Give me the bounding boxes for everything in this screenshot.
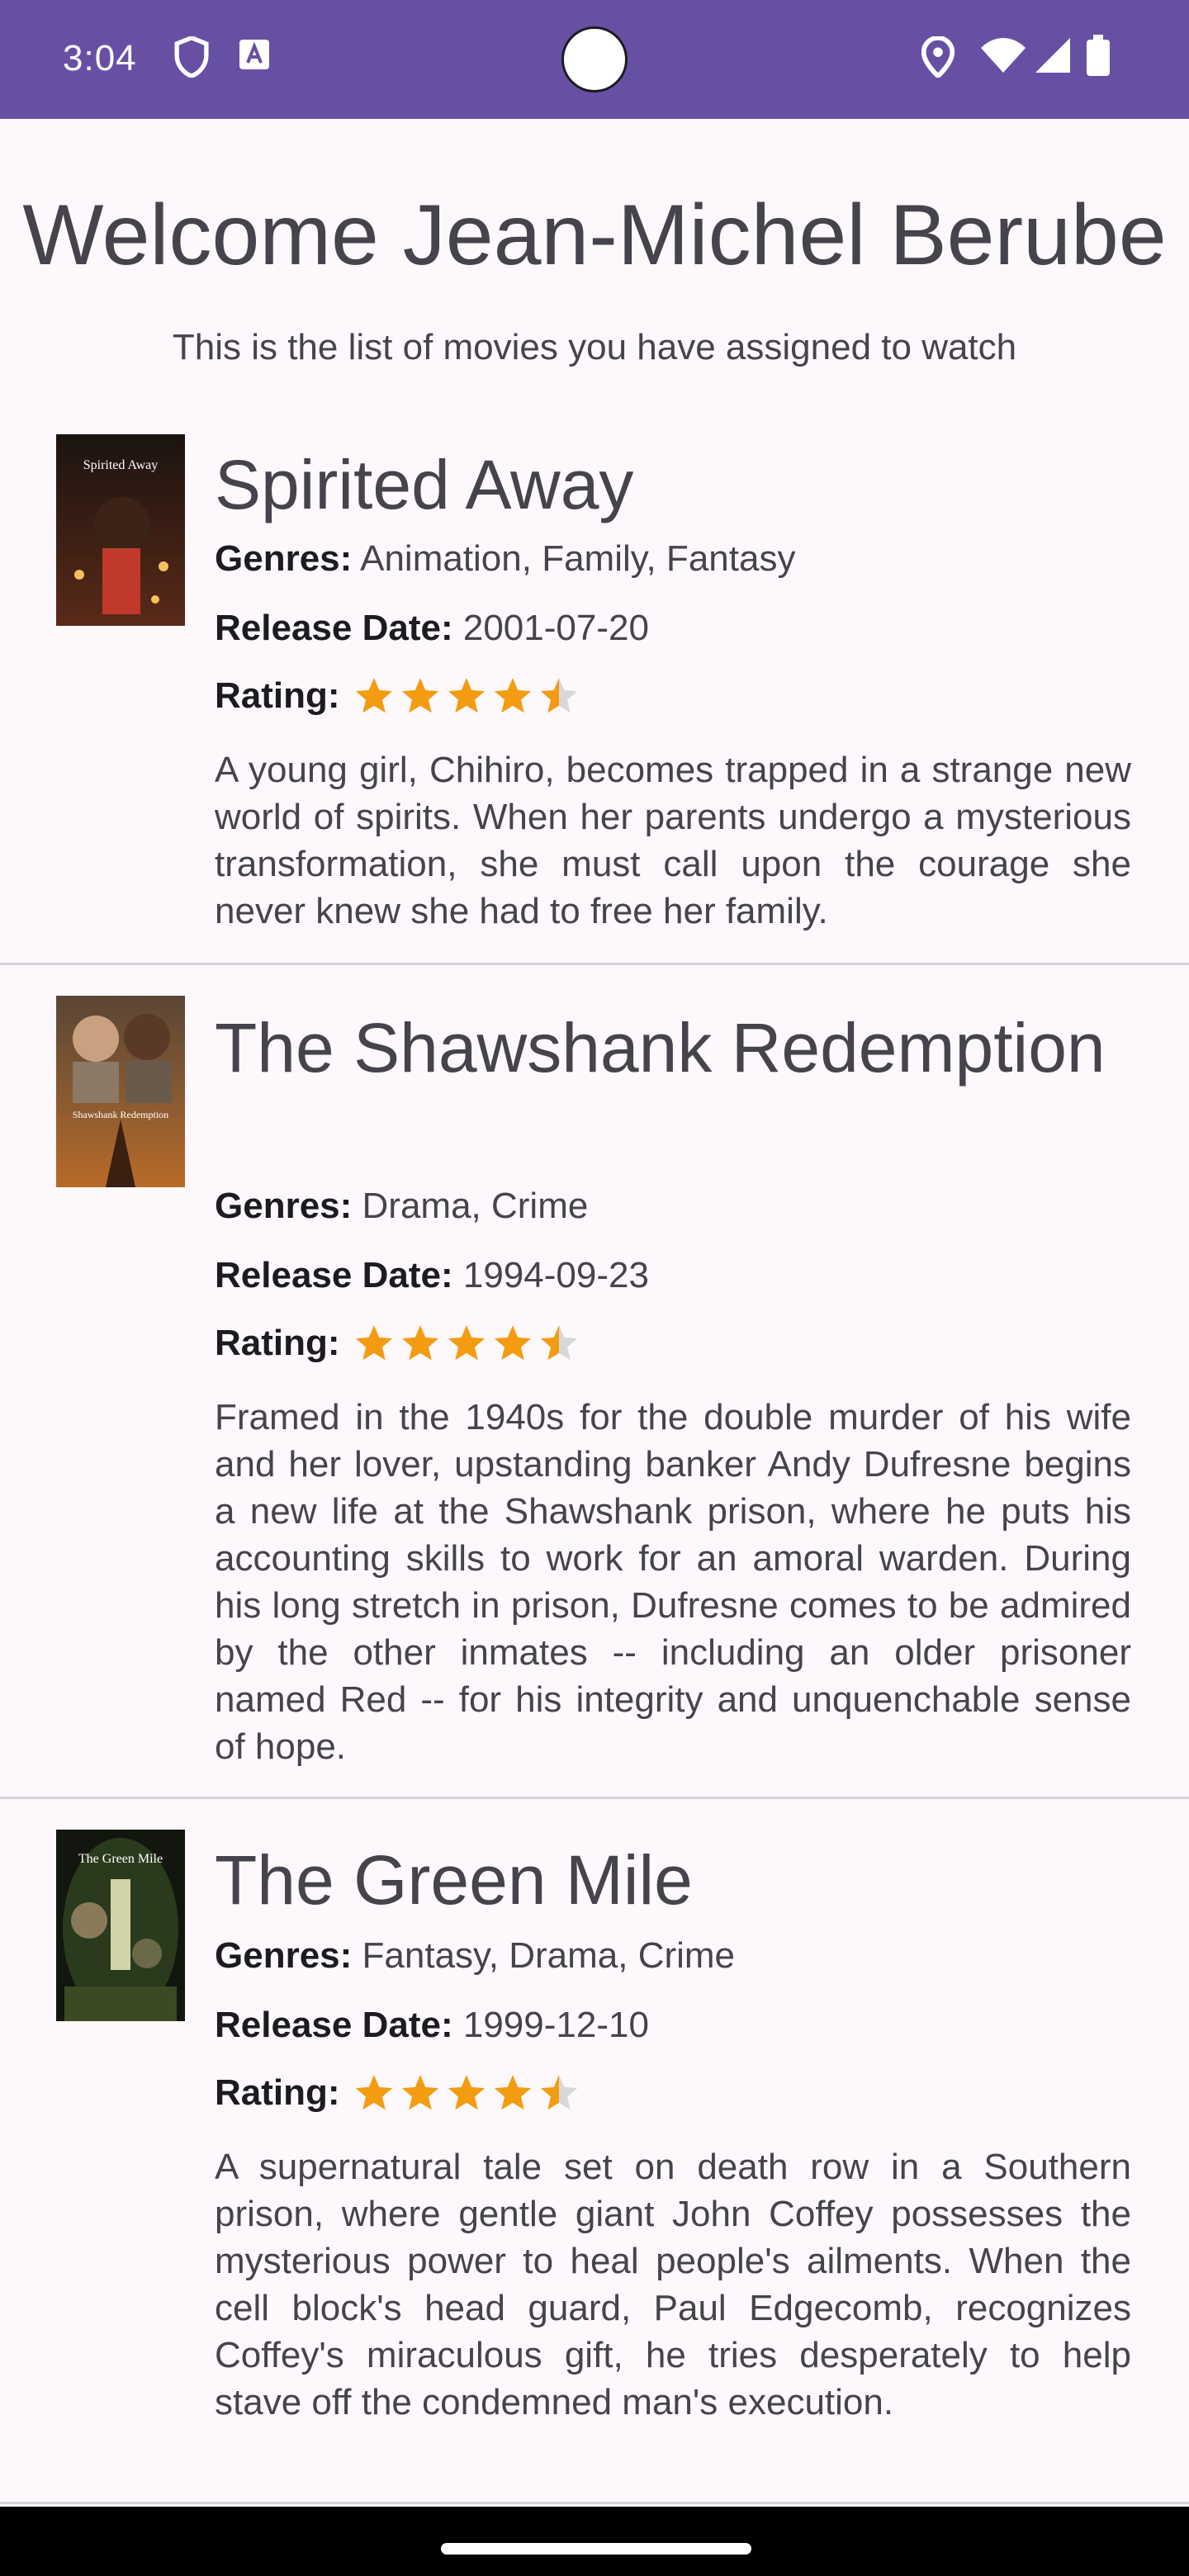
- status-time: 3:04: [63, 38, 137, 78]
- star-filled-icon: [355, 678, 392, 713]
- movie-overview: A supernatural tale set on death row in …: [215, 2147, 1131, 2422]
- genres-label: Genres:: [215, 1186, 353, 1226]
- poster-title-text: Spirited Away: [83, 458, 159, 472]
- movie-title: The Green Mile: [215, 1841, 693, 1919]
- movie-genres: Genres: Drama, Crime: [215, 1186, 588, 1227]
- star-filled-icon: [494, 1325, 531, 1361]
- movie-poster-image: Spirited Away: [56, 434, 185, 626]
- movie-title: The Shawshank Redemption: [215, 1009, 1106, 1087]
- rating-label: Rating:: [215, 675, 340, 716]
- movie-title: Spirited Away: [215, 446, 634, 523]
- status-bar: 3:04: [0, 0, 1189, 119]
- battery-icon: [1087, 35, 1110, 80]
- release-date-value: 1999-12-10: [462, 2005, 649, 2045]
- movie-release-date: Release Date: 1994-09-23: [215, 1255, 649, 1296]
- movie-release-date: Release Date: 1999-12-10: [215, 2005, 649, 2046]
- rating-label: Rating:: [215, 2072, 340, 2113]
- star-filled-icon: [448, 678, 485, 713]
- star-filled-icon: [448, 1325, 485, 1361]
- movie-rating: Rating:: [215, 675, 585, 717]
- movie-poster-image: The Green Mile: [56, 1830, 185, 2021]
- location-icon: [921, 36, 955, 82]
- divider: [0, 963, 1189, 965]
- home-gesture-handle[interactable]: [441, 2543, 751, 2555]
- movie-poster-image: Shawshank Redemption: [56, 996, 185, 1187]
- rating-label: Rating:: [215, 1323, 340, 1363]
- release-date-value: 1994-09-23: [462, 1255, 649, 1295]
- star-filled-icon: [494, 2075, 531, 2110]
- genres-value: Animation, Family, Fantasy: [360, 538, 796, 579]
- star-filled-icon: [448, 2075, 485, 2110]
- rating-stars: [353, 675, 585, 717]
- page-subtitle: This is the list of movies you have assi…: [172, 327, 1017, 367]
- genres-value: Drama, Crime: [362, 1186, 589, 1226]
- genres-label: Genres:: [215, 1935, 353, 1976]
- movie-overview: Framed in the 1940s for the double murde…: [215, 1397, 1131, 1767]
- movie-genres: Genres: Animation, Family, Fantasy: [215, 538, 795, 580]
- poster-title-text: Shawshank Redemption: [73, 1109, 168, 1120]
- star-half-icon: [540, 1325, 577, 1361]
- movie-rating: Rating:: [215, 1323, 585, 1364]
- genres-label: Genres:: [215, 538, 353, 579]
- star-filled-icon: [355, 2075, 392, 2110]
- wifi-icon: [979, 36, 1027, 78]
- rating-stars: [353, 1323, 585, 1364]
- shield-icon: [173, 35, 210, 82]
- star-filled-icon: [494, 678, 531, 713]
- release-date-value: 2001-07-20: [462, 608, 649, 648]
- poster-title-text: The Green Mile: [78, 1852, 163, 1866]
- star-filled-icon: [401, 678, 438, 713]
- divider: [0, 1797, 1189, 1799]
- page-title: Welcome Jean-Michel Berube: [22, 187, 1167, 283]
- cellular-icon: [1034, 36, 1072, 78]
- star-filled-icon: [401, 1325, 438, 1361]
- release-date-label: Release Date:: [215, 1255, 453, 1295]
- star-half-icon: [540, 678, 577, 713]
- font-download-icon: [238, 36, 271, 77]
- genres-value: Fantasy, Drama, Crime: [362, 1935, 736, 1976]
- movie-overview: A young girl, Chihiro, becomes trapped i…: [215, 750, 1131, 931]
- camera-cutout: [561, 26, 628, 92]
- movie-rating: Rating:: [215, 2072, 585, 2114]
- star-filled-icon: [355, 1325, 392, 1361]
- divider: [0, 2502, 1189, 2504]
- rating-stars: [353, 2072, 585, 2114]
- release-date-label: Release Date:: [215, 608, 453, 648]
- star-filled-icon: [401, 2075, 438, 2110]
- navigation-bar: [0, 2507, 1189, 2576]
- movie-genres: Genres: Fantasy, Drama, Crime: [215, 1935, 735, 1977]
- movie-release-date: Release Date: 2001-07-20: [215, 608, 649, 649]
- release-date-label: Release Date:: [215, 2005, 453, 2045]
- star-half-icon: [540, 2075, 577, 2110]
